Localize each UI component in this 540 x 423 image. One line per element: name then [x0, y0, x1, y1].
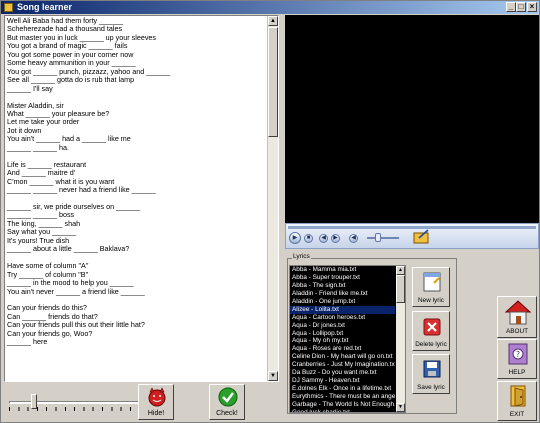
- lyric-file-item[interactable]: E.dolnes Elk - Once in a lifetime.txt: [290, 385, 395, 393]
- lyric-file-item[interactable]: Aqua - Dr jones.txt: [290, 322, 395, 330]
- seek-bar[interactable]: [288, 226, 536, 229]
- delete-icon: [423, 318, 441, 336]
- window-title: Song learner: [17, 2, 73, 12]
- save-lyric-label: Save lyric: [417, 384, 445, 391]
- list-scroll-thumb[interactable]: [396, 275, 405, 303]
- next-button[interactable]: ▶: [331, 234, 340, 243]
- fullscreen-icon[interactable]: [413, 229, 431, 245]
- delete-lyric-button[interactable]: Delete lyric: [412, 311, 450, 351]
- scroll-up-icon[interactable]: ▲: [268, 16, 278, 26]
- help-label: HELP: [508, 369, 526, 376]
- save-lyric-button[interactable]: Save lyric: [412, 354, 450, 394]
- lyrics-textarea[interactable]: Well Ali Baba had them forty ______ Scheh…: [4, 15, 279, 382]
- app-icon: [4, 3, 13, 12]
- lyric-file-item[interactable]: Cranberries - Just My Imagination.txt: [290, 361, 395, 369]
- floppy-disk-icon: [423, 360, 441, 378]
- check-button-label: Check!: [216, 410, 238, 417]
- house-icon: [504, 300, 532, 325]
- lyric-line: Let me take your order: [7, 117, 80, 127]
- delete-lyric-label: Delete lyric: [415, 341, 447, 348]
- lyric-line: ______ ______ ha.: [7, 142, 69, 152]
- new-lyric-button[interactable]: New lyric: [412, 267, 450, 307]
- new-document-icon: [423, 272, 441, 292]
- lyrics-text: Well Ali Baba had them forty ______ Scheh…: [7, 16, 267, 347]
- help-button[interactable]: ? HELP: [497, 339, 537, 379]
- about-label: ABOUT: [505, 328, 528, 335]
- minimize-button[interactable]: _: [506, 2, 516, 12]
- lyrics-listbox[interactable]: Abba - Mamma mia.txt Abba - Super trouper…: [289, 265, 406, 413]
- lyric-file-item[interactable]: Abba - Super trouper.txt: [290, 274, 395, 282]
- lyric-line: ______ I'll say: [7, 83, 53, 93]
- devil-icon: [148, 387, 166, 407]
- video-display[interactable]: [285, 15, 539, 223]
- stop-button[interactable]: ■: [304, 234, 313, 243]
- lyric-file-item[interactable]: Abba - Mamma mia.txt: [290, 266, 395, 274]
- lyric-file-item[interactable]: Aqua - Lollipop.txt: [290, 330, 395, 338]
- listbox-scrollbar[interactable]: ▲ ▼: [396, 266, 405, 412]
- app-window: Song learner _ □ × Well Ali Baba had the…: [0, 0, 540, 423]
- exit-button[interactable]: EXIT: [497, 381, 537, 421]
- prev-button[interactable]: ◀: [319, 234, 328, 243]
- hide-button[interactable]: Hide!: [138, 384, 174, 420]
- lyric-line: You ain't never ______ a friend like ___…: [7, 286, 145, 296]
- list-scroll-down-icon[interactable]: ▼: [396, 403, 405, 412]
- scroll-down-icon[interactable]: ▼: [268, 371, 278, 381]
- mute-button[interactable]: ◀: [349, 234, 358, 243]
- lyric-file-item[interactable]: Abba - The sign.txt: [290, 282, 395, 290]
- lyrics-list: Abba - Mamma mia.txt Abba - Super trouper…: [290, 266, 395, 412]
- lyric-file-item[interactable]: Aladdin - Friend like me.txt: [290, 290, 395, 298]
- check-button[interactable]: Check!: [209, 384, 245, 420]
- lyric-file-item[interactable]: Aqua - My oh my.txt: [290, 337, 395, 345]
- lyric-file-item[interactable]: Eurythmics - There must be an angel.txt: [290, 393, 395, 401]
- list-scroll-up-icon[interactable]: ▲: [396, 266, 405, 275]
- lyric-file-item[interactable]: Aqua - Cartoon heroes.txt: [290, 314, 395, 322]
- svg-text:?: ?: [516, 350, 520, 359]
- help-book-icon: ?: [508, 343, 528, 365]
- lyric-file-item[interactable]: Da Buzz - Do you want me.txt: [290, 369, 395, 377]
- lyric-line: ______ about a little ______ Baklava?: [7, 244, 130, 254]
- checkmark-icon: [218, 387, 238, 407]
- exit-door-icon: [510, 385, 526, 407]
- lyrics-legend: Lyrics: [292, 253, 311, 260]
- title-bar: Song learner _ □ ×: [1, 1, 539, 14]
- new-lyric-label: New lyric: [418, 297, 444, 304]
- volume-slider[interactable]: [375, 233, 381, 242]
- speed-slider[interactable]: [9, 393, 159, 413]
- play-button[interactable]: ▶: [289, 232, 301, 244]
- volume-track: [367, 237, 399, 239]
- maximize-button[interactable]: □: [516, 2, 526, 12]
- lyric-file-item[interactable]: Alizee - Lolita.txt: [290, 305, 395, 314]
- about-button[interactable]: ABOUT: [497, 296, 537, 338]
- hide-button-label: Hide!: [147, 410, 165, 417]
- scroll-thumb[interactable]: [268, 27, 278, 137]
- close-button[interactable]: ×: [527, 2, 537, 12]
- lyric-file-item[interactable]: Aladdin - One jump.txt: [290, 298, 395, 306]
- lyric-line: ______ here: [7, 337, 48, 347]
- lyric-file-item[interactable]: DJ Sammy - Heaven.txt: [290, 377, 395, 385]
- slider-ticks: [9, 407, 159, 411]
- exit-label: EXIT: [509, 411, 525, 418]
- lyric-line: ______ ______ never had a friend like __…: [7, 185, 156, 195]
- lyrics-scrollbar[interactable]: ▲ ▼: [267, 16, 278, 381]
- lyric-file-item[interactable]: Good luck charlie.txt: [290, 409, 395, 412]
- lyric-file-item[interactable]: Aqua - Roses are red.txt: [290, 345, 395, 353]
- lyric-file-item[interactable]: Garbage - The World Is Not Enough.txt: [290, 401, 395, 409]
- lyric-file-item[interactable]: Celine Dion - My heart will go on.txt: [290, 353, 395, 361]
